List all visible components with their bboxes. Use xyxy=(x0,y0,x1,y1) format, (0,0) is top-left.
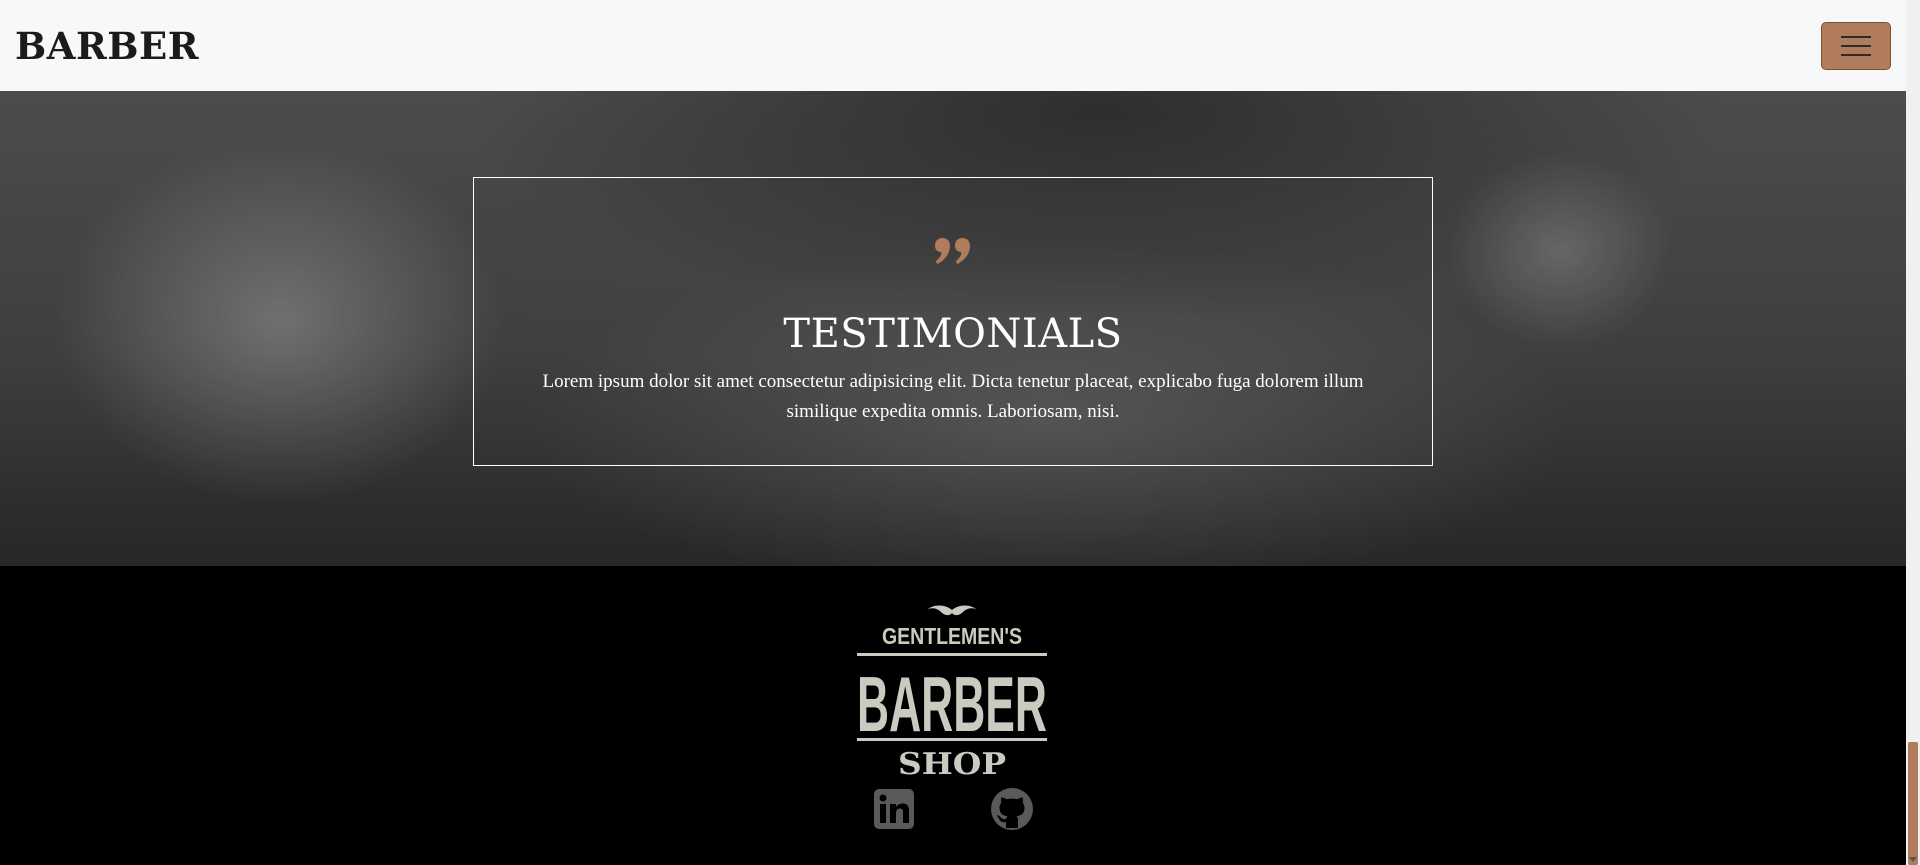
hamburger-menu-icon-bar xyxy=(1841,53,1871,56)
logo-line3: SHOP xyxy=(898,747,1006,782)
scrollbar-thumb[interactable] xyxy=(1908,742,1918,865)
quote-icon xyxy=(935,238,970,264)
brand-logo[interactable]: BARBER xyxy=(15,24,199,68)
barber-shop-logo: GENTLEMEN'S BARBER SHOP xyxy=(857,605,1047,782)
testimonial-text: Lorem ipsum dolor sit amet consectetur a… xyxy=(542,371,1364,422)
hamburger-menu-icon-bar xyxy=(1841,44,1871,47)
scroll-down-arrow-icon[interactable] xyxy=(1909,857,1917,862)
footer: GENTLEMEN'S BARBER SHOP xyxy=(0,566,1906,865)
testimonials-section: TESTIMONIALS Lorem ipsum dolor sit amet … xyxy=(0,91,1906,566)
logo-line2: BARBER xyxy=(857,660,1047,748)
github-icon[interactable] xyxy=(990,787,1034,831)
mustache-icon xyxy=(927,605,977,616)
navbar: BARBER xyxy=(0,0,1906,91)
linkedin-icon[interactable] xyxy=(872,787,916,831)
page-scrollbar[interactable] xyxy=(1906,0,1920,865)
menu-toggle-button[interactable] xyxy=(1821,21,1891,70)
testimonials-title: TESTIMONIALS xyxy=(783,311,1123,357)
testimonial-card: TESTIMONIALS Lorem ipsum dolor sit amet … xyxy=(473,177,1433,466)
hamburger-menu-icon xyxy=(1841,35,1871,38)
logo-line1: GENTLEMEN'S xyxy=(882,623,1022,649)
